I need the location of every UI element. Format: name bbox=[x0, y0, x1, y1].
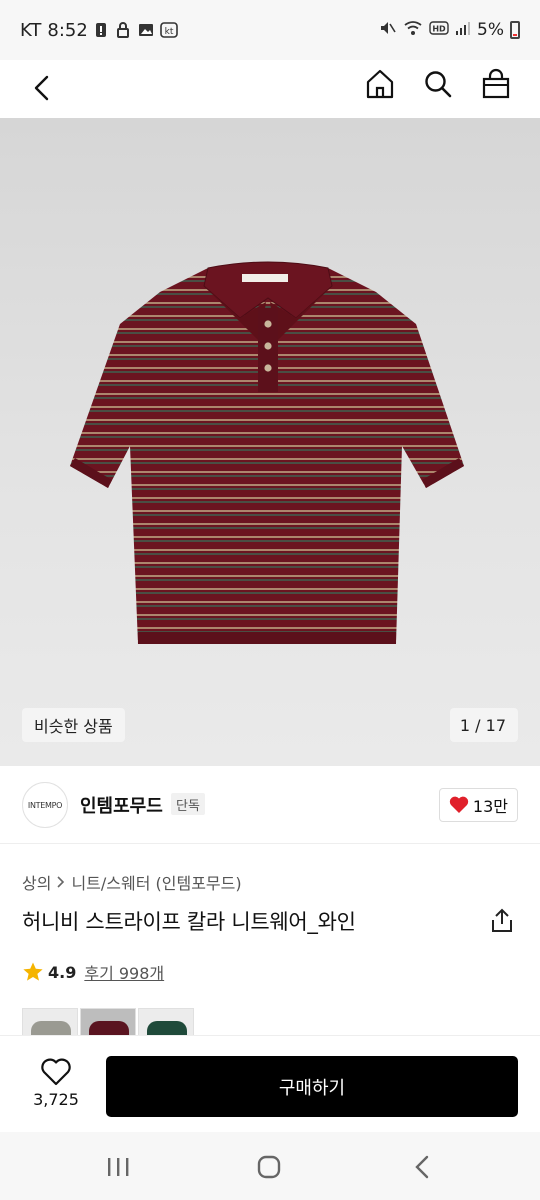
image-pager[interactable]: 1 / 17 bbox=[449, 708, 518, 742]
rating-row: 4.9 후기 998개 bbox=[22, 960, 164, 984]
time-label: 8:52 bbox=[47, 19, 88, 41]
signal-icon bbox=[455, 20, 471, 41]
chevron-left-icon bbox=[34, 75, 49, 101]
share-button[interactable] bbox=[490, 908, 516, 936]
buy-button[interactable]: 구매하기 bbox=[106, 1056, 518, 1117]
alert-icon bbox=[94, 22, 110, 38]
share-icon bbox=[492, 908, 512, 932]
image-icon bbox=[138, 22, 154, 38]
similar-products-label: 비슷한 상품 bbox=[34, 717, 113, 736]
chevron-right-icon bbox=[57, 876, 65, 888]
battery-percent: 5% bbox=[477, 20, 504, 40]
mute-icon bbox=[379, 20, 397, 41]
system-back-button[interactable] bbox=[404, 1152, 440, 1182]
brand-logo[interactable]: INTEMPO bbox=[22, 782, 68, 828]
breadcrumb-category[interactable]: 상의 bbox=[22, 870, 51, 894]
kt-icon: kt bbox=[160, 22, 178, 38]
svg-text:HD: HD bbox=[432, 24, 446, 33]
recents-icon bbox=[108, 1158, 129, 1176]
brand-row: INTEMPO 인템포무드 단독 13만 bbox=[0, 766, 540, 844]
reviews-link[interactable]: 후기 998개 bbox=[84, 960, 164, 984]
lock-icon bbox=[116, 22, 132, 38]
exclusive-badge: 단독 bbox=[171, 793, 205, 815]
breadcrumb-subcategory[interactable]: 니트/스웨터 (인템포무드) bbox=[71, 870, 241, 894]
hd-icon: HD bbox=[429, 20, 449, 41]
cart-button[interactable] bbox=[478, 66, 514, 102]
brand-like-count: 13만 bbox=[472, 797, 508, 816]
heart-filled-icon bbox=[449, 796, 469, 813]
status-left: KT 8:52 kt bbox=[20, 19, 178, 41]
rating-value: 4.9 bbox=[48, 962, 77, 982]
brand-like-button[interactable]: 13만 bbox=[438, 788, 518, 822]
search-button[interactable] bbox=[420, 66, 456, 102]
back-button[interactable] bbox=[24, 68, 60, 108]
back-arrow-icon bbox=[415, 1155, 429, 1179]
wishlist-button[interactable]: 3,725 bbox=[22, 1058, 90, 1109]
heart-outline-icon bbox=[41, 1058, 71, 1086]
home-circle-icon bbox=[257, 1155, 281, 1179]
brand-name[interactable]: 인템포무드 bbox=[80, 792, 163, 818]
wifi-icon bbox=[403, 20, 423, 41]
shopping-bag-icon bbox=[482, 68, 510, 99]
image-pager-label: 1 / 17 bbox=[459, 715, 506, 735]
star-icon bbox=[23, 962, 43, 981]
home-icon bbox=[366, 69, 394, 99]
recents-button[interactable] bbox=[100, 1152, 136, 1182]
carrier-label: KT bbox=[20, 19, 42, 41]
breadcrumb: 상의 니트/스웨터 (인템포무드) bbox=[22, 870, 242, 894]
system-home-button[interactable] bbox=[251, 1152, 287, 1182]
brand-logo-text: INTEMPO bbox=[27, 800, 63, 810]
wishlist-count: 3,725 bbox=[33, 1090, 79, 1109]
app-header bbox=[0, 60, 540, 118]
product-image-sweater bbox=[70, 261, 464, 644]
battery-icon bbox=[510, 21, 520, 39]
search-icon bbox=[425, 71, 452, 98]
header-actions bbox=[362, 66, 514, 102]
svg-text:kt: kt bbox=[164, 27, 173, 37]
product-image-gallery[interactable]: 비슷한 상품 1 / 17 bbox=[0, 118, 540, 766]
status-bar: KT 8:52 kt HD 5% bbox=[0, 0, 540, 60]
purchase-bar: 3,725 구매하기 bbox=[0, 1036, 540, 1132]
home-button[interactable] bbox=[362, 66, 398, 102]
system-nav-bar bbox=[0, 1132, 540, 1200]
product-title: 허니비 스트라이프 칼라 니트웨어_와인 bbox=[22, 910, 356, 934]
similar-products-button[interactable]: 비슷한 상품 bbox=[22, 708, 125, 742]
status-right: HD 5% bbox=[379, 20, 520, 41]
